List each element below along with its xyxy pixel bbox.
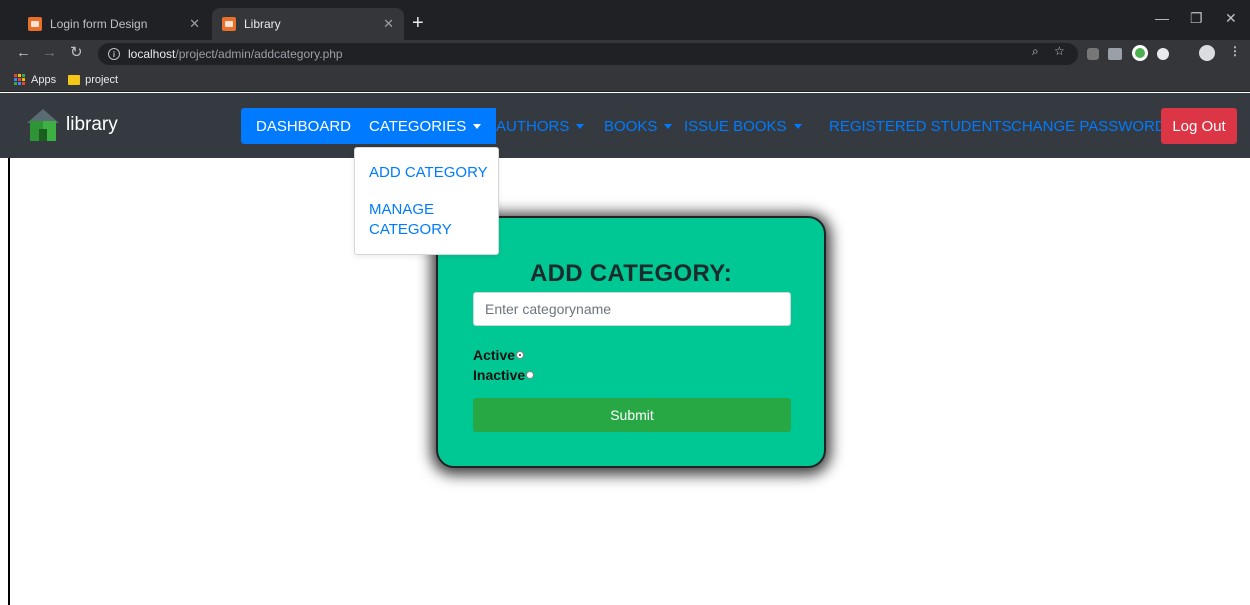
nav-issue-books[interactable]: ISSUE BOOKS [669, 108, 817, 144]
url-path: /project/admin/addcategory.php [175, 47, 343, 61]
url-host: localhost [128, 47, 176, 61]
tab-title: Login form Design [50, 17, 148, 31]
back-icon[interactable]: ← [16, 44, 31, 62]
nav-label: CHANGE PASSWORD [1011, 117, 1166, 135]
bookmark-label: project [85, 73, 119, 86]
logout-button[interactable]: Log Out [1161, 108, 1237, 144]
radio-inactive[interactable] [526, 371, 535, 379]
close-tab-icon[interactable]: ✕ [383, 16, 394, 32]
apps-grid-icon [14, 73, 26, 86]
radio-label: Active [473, 347, 516, 363]
bookmark-star-icon[interactable]: ☆ [1054, 44, 1065, 58]
extension-icon[interactable] [1087, 48, 1099, 60]
browser-tab-login[interactable]: Login form Design ✕ [18, 8, 210, 40]
extension-icon[interactable] [1157, 48, 1169, 60]
extension-icon[interactable] [1132, 45, 1148, 61]
caret-down-icon [793, 123, 802, 129]
site-info-icon[interactable]: i [108, 48, 120, 60]
submit-button[interactable]: Submit [473, 398, 791, 432]
bookmarks-bar: Apps project [0, 68, 1250, 92]
radio-active[interactable] [516, 351, 525, 359]
site-navbar: library DASHBOARD CATEGORIES AUTHORS BOO… [0, 93, 1250, 158]
dropdown-item-add-category[interactable]: ADD CATEGORY [369, 163, 488, 183]
brand-name: library [66, 114, 118, 135]
close-tab-icon[interactable]: ✕ [189, 16, 200, 32]
radio-label: Inactive [473, 367, 526, 383]
status-option-inactive[interactable]: Inactive [473, 367, 535, 383]
profile-avatar-icon[interactable] [1199, 45, 1215, 61]
browser-tab-strip: Login form Design ✕ Library ✕ + — ❐ ✕ [0, 0, 1250, 40]
restore-icon[interactable]: ❐ [1190, 10, 1203, 27]
xampp-favicon-icon [222, 17, 236, 31]
nav-registered-students[interactable]: REGISTERED STUDENTS [814, 108, 1027, 144]
extension-icon[interactable] [1108, 48, 1122, 60]
bookmark-apps[interactable]: Apps [14, 73, 57, 86]
folder-icon [68, 74, 81, 85]
minimize-icon[interactable]: — [1155, 10, 1169, 26]
nav-label: REGISTERED STUDENTS [829, 117, 1012, 135]
nav-label: BOOKS [604, 117, 658, 135]
status-option-active[interactable]: Active [473, 347, 525, 363]
library-logo-icon [27, 109, 59, 141]
categories-dropdown-menu: ADD CATEGORY MANAGE CATEGORY [354, 147, 499, 255]
brand[interactable]: library [26, 107, 118, 143]
nav-authors[interactable]: AUTHORS [481, 108, 599, 144]
xampp-favicon-icon [28, 17, 42, 31]
page-left-border [8, 158, 10, 605]
reload-icon[interactable]: ↻ [70, 44, 83, 62]
bookmark-project[interactable]: project [68, 74, 118, 86]
caret-down-icon [576, 123, 585, 129]
nav-label: ISSUE BOOKS [684, 117, 787, 135]
new-tab-button[interactable]: + [412, 13, 424, 33]
forward-icon[interactable]: → [42, 44, 57, 62]
nav-label: CATEGORIES [369, 117, 467, 135]
dropdown-item-manage-category[interactable]: MANAGE CATEGORY [369, 200, 479, 240]
nav-categories[interactable]: CATEGORIES [354, 108, 497, 144]
browser-toolbar: ← → ↻ i localhost/project/admin/addcateg… [0, 40, 1250, 68]
browser-tab-library[interactable]: Library ✕ [212, 8, 404, 40]
address-bar[interactable]: i localhost/project/admin/addcategory.ph… [98, 43, 1078, 65]
bookmark-label: Apps [31, 73, 57, 86]
category-name-input[interactable] [473, 292, 791, 326]
nav-change-password[interactable]: CHANGE PASSWORD [996, 108, 1181, 144]
nav-dashboard[interactable]: DASHBOARD [241, 108, 367, 144]
zoom-icon[interactable]: ⌕ [1032, 44, 1039, 59]
tab-title: Library [244, 17, 281, 31]
nav-label: AUTHORS [496, 117, 570, 135]
form-title: ADD CATEGORY: [529, 260, 733, 287]
nav-label: DASHBOARD [256, 117, 352, 135]
close-window-icon[interactable]: ✕ [1225, 10, 1237, 27]
more-menu-icon[interactable]: ⋮ [1229, 44, 1241, 58]
